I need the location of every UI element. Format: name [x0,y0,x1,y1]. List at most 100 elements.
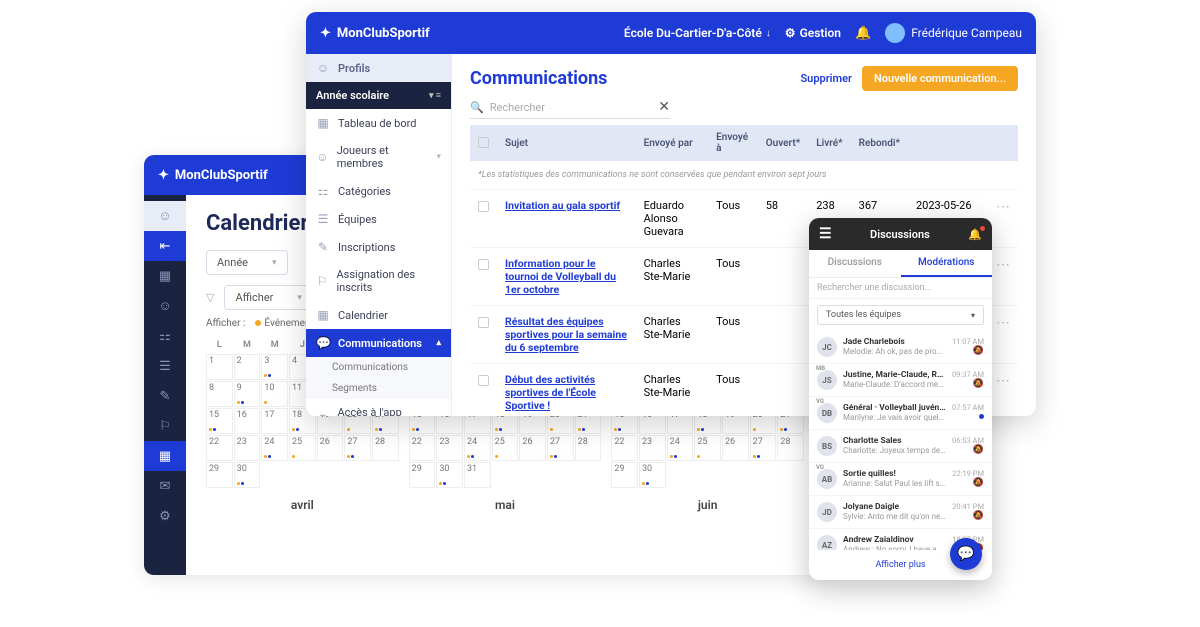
subject-link[interactable]: Information pour le tournoi de Volleybal… [505,257,616,296]
calendar-cell[interactable]: 25 [289,435,316,461]
calendar-cell[interactable]: 28 [575,435,602,461]
sidebar-item-calendrier[interactable]: ▦Calendrier [306,301,451,329]
calendar-cell[interactable]: 29 [409,462,436,488]
tab-discussions[interactable]: Discussions [809,250,901,277]
list-item[interactable]: JCJade CharleboisMelodie: Ah ok, pas de … [809,331,992,364]
row-checkbox[interactable] [478,317,489,328]
calendar-cell[interactable]: 24 [261,435,288,461]
sidebar-sub-communications[interactable]: Communications [306,357,451,378]
new-communication-button[interactable]: Nouvelle communication... [862,66,1018,91]
calendar-cell[interactable]: 17 [261,408,288,434]
row-checkbox[interactable] [478,201,489,212]
calendar-cell[interactable]: 29 [611,462,638,488]
calendar-cell[interactable]: 25 [694,435,721,461]
sidebar-item-inscriptions[interactable]: ✎Inscriptions [306,233,451,261]
list-item[interactable]: MBJSJustine, Marie-Claude, Rébecca, Sara… [809,364,992,397]
calendar-cell[interactable]: 30 [234,462,261,488]
calendar-cell[interactable]: 10 [261,381,288,407]
calendar-cell[interactable]: 31 [464,462,491,488]
sidebar-members-icon[interactable]: ☺ [144,291,186,321]
subject-link[interactable]: Résultat des équipes sportives pour la s… [505,315,627,354]
select-all-checkbox[interactable] [478,137,489,148]
calendar-cell[interactable]: 15 [206,408,233,434]
school-select[interactable]: École Du-Cartier-D'a-Côté ↓ [624,26,771,40]
sidebar-item-communications[interactable]: 💬Communications▴ [306,329,451,357]
calendar-cell[interactable]: 28 [777,435,804,461]
sidebar-item-categories[interactable]: ⚏Catégories [306,177,451,205]
tab-moderations[interactable]: Modérations [901,250,993,277]
calendar-cell[interactable]: 27 [547,435,574,461]
calendar-cell[interactable]: 26 [519,435,546,461]
sidebar-profile-icon[interactable]: ☺ [144,201,186,231]
search-input[interactable]: 🔍 Rechercher ✕ [470,99,670,119]
calendar-cell[interactable]: 22 [409,435,436,461]
calendar-cell[interactable]: 28 [372,435,399,461]
management-link[interactable]: ⚙ Gestion [785,26,841,40]
sidebar-item-profils[interactable]: ☺Profils [306,54,451,82]
calendar-cell[interactable]: 27 [750,435,777,461]
new-discussion-fab[interactable]: 💬 [950,538,982,570]
list-item[interactable]: BSCharlotte SalesCharlotte: Joyeux temps… [809,430,992,463]
avatar: MBJS [817,370,837,390]
sidebar-sub-segments[interactable]: Segments [306,378,451,399]
row-more-icon[interactable]: ⋯ [988,364,1018,417]
sidebar-comm-icon[interactable]: ✉ [144,471,186,501]
calendar-cell[interactable]: 27 [344,435,371,461]
calendar-cell[interactable]: 1 [206,354,233,380]
calendar-cell[interactable]: 3 [261,354,288,380]
calendar-cell[interactable]: 29 [206,462,233,488]
list-item[interactable]: VGABSortie quilles!Arianne: Salut Paul l… [809,463,992,496]
sidebar-categories-icon[interactable]: ⚏ [144,321,186,351]
calendar-cell[interactable]: 24 [464,435,491,461]
row-more-icon[interactable]: ⋯ [988,190,1018,248]
calendar-cell[interactable]: 22 [206,435,233,461]
calendar-cell[interactable]: 26 [317,435,344,461]
sidebar-registrations-icon[interactable]: ✎ [144,381,186,411]
calendar-cell[interactable]: 26 [722,435,749,461]
calendar-cell[interactable]: 25 [492,435,519,461]
user-menu[interactable]: Frédérique Campeau [885,23,1022,43]
sidebar-item-tableau[interactable]: ▦Tableau de bord [306,109,451,137]
row-more-icon[interactable]: ⋯ [988,248,1018,306]
sidebar-item-annee[interactable]: Année scolaire▾ ≡ [306,82,451,109]
sidebar-dashboard-icon[interactable]: ▦ [144,261,186,291]
year-select[interactable]: Année ▾ [206,250,288,275]
row-checkbox[interactable] [478,375,489,386]
sidebar-item-equipes[interactable]: ☰Équipes [306,205,451,233]
row-more-icon[interactable]: ⋯ [988,306,1018,364]
bell-icon[interactable]: 🔔 [968,228,982,241]
calendar-cell[interactable]: 23 [436,435,463,461]
calendar-cell[interactable]: 22 [611,435,638,461]
sidebar-item-acces[interactable]: ⚙Accès à l'app d'équipe [306,399,451,416]
bell-icon[interactable]: 🔔 [855,26,871,41]
list-item[interactable]: VGDBGénéral · Volleyball juvénile fémini… [809,397,992,430]
sidebar-calendar-icon[interactable]: ▦ [144,441,186,471]
sidebar-item-assignation[interactable]: ⚐Assignation des inscrits [306,261,451,301]
menu-icon[interactable]: ☰ [819,226,832,242]
sidebar-item-joueurs[interactable]: ☺Joueurs et membres▾ [306,137,451,177]
mobile-search[interactable]: Rechercher une discussion... [809,278,992,299]
subject-link[interactable]: Début des activités sportives de l'École… [505,373,596,412]
delete-button[interactable]: Supprimer [800,72,851,85]
row-checkbox[interactable] [478,259,489,270]
calendar-cell[interactable]: 2 [234,354,261,380]
calendar-cell[interactable]: 9 [234,381,261,407]
clear-icon[interactable]: ✕ [658,99,670,115]
mobile-team-filter[interactable]: Toutes les équipes ▾ [817,305,984,325]
subject-link[interactable]: Invitation au gala sportif [505,199,620,212]
calendar-cell[interactable]: 30 [639,462,666,488]
calendar-cell[interactable]: 8 [206,381,233,407]
calendar-cell[interactable]: 23 [639,435,666,461]
calendar-cell[interactable]: 16 [234,408,261,434]
list-item[interactable]: JDJolyane DaigleSylvie: Anto me dit qu'o… [809,496,992,529]
filter-select[interactable]: Afficher ▾ [224,285,312,310]
sidebar-collapse-icon[interactable]: ⇤ [144,231,186,261]
calendar-cell[interactable]: 30 [436,462,463,488]
calendar-cell[interactable]: 23 [234,435,261,461]
sidebar-assignment-icon[interactable]: ⚐ [144,411,186,441]
sidebar-app-icon[interactable]: ⚙ [144,501,186,531]
search-placeholder: Rechercher [490,101,545,114]
sidebar-teams-icon[interactable]: ☰ [144,351,186,381]
calendar-cell[interactable]: 24 [667,435,694,461]
calendar-icon: ▦ [316,308,330,322]
